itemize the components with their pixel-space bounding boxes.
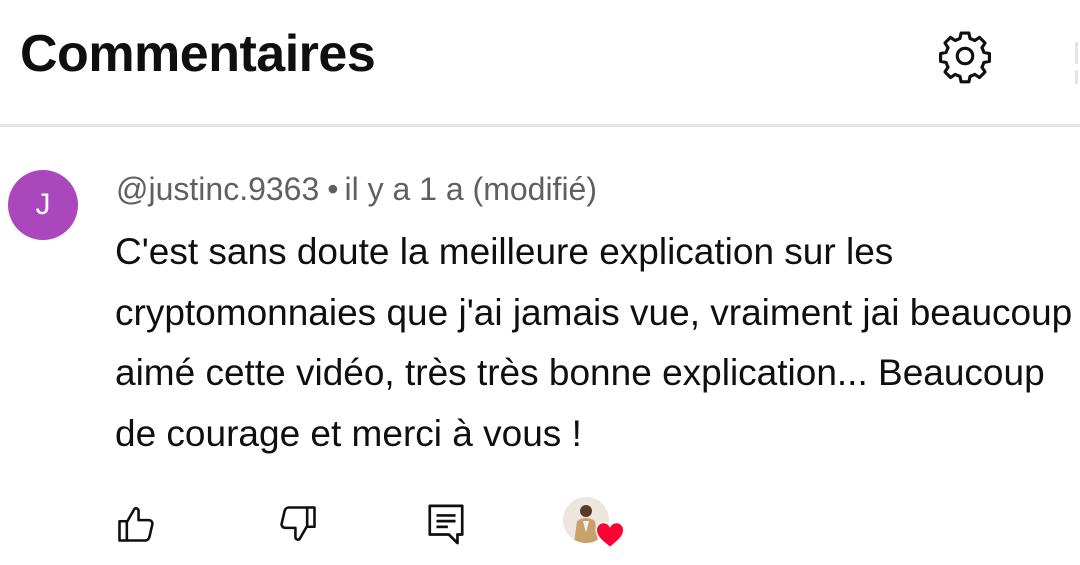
avatar[interactable]: J — [8, 170, 78, 240]
comments-header: Commentaires — [0, 0, 1080, 126]
creator-heart-badge — [563, 497, 627, 553]
scroll-edge-indicator — [1075, 70, 1078, 84]
comment-timestamp: il y a 1 a (modifié) — [344, 171, 597, 207]
comment-author[interactable]: @justinc.9363 — [116, 171, 319, 207]
page-title: Commentaires — [20, 25, 376, 83]
gear-icon — [939, 31, 991, 84]
reply-button[interactable] — [418, 496, 474, 552]
meta-separator: • — [327, 171, 339, 207]
thumbs-down-icon — [280, 506, 316, 541]
comment-text: C'est sans doute la meilleure explicatio… — [115, 231, 1073, 454]
thumbs-up-icon — [118, 507, 154, 542]
settings-button[interactable] — [930, 24, 1000, 88]
dislike-button[interactable] — [270, 496, 326, 552]
heart-icon — [595, 521, 625, 549]
avatar-letter: J — [35, 188, 51, 221]
header-divider — [0, 124, 1080, 127]
comments-panel: Commentaires J @justinc.9363 • il y a 1 a … — [0, 0, 1080, 565]
like-button[interactable] — [108, 496, 164, 552]
reply-comment-icon — [428, 504, 464, 545]
comment-meta: @justinc.9363 • il y a 1 a (modifié) — [116, 171, 597, 208]
scroll-edge-indicator — [1075, 42, 1078, 64]
